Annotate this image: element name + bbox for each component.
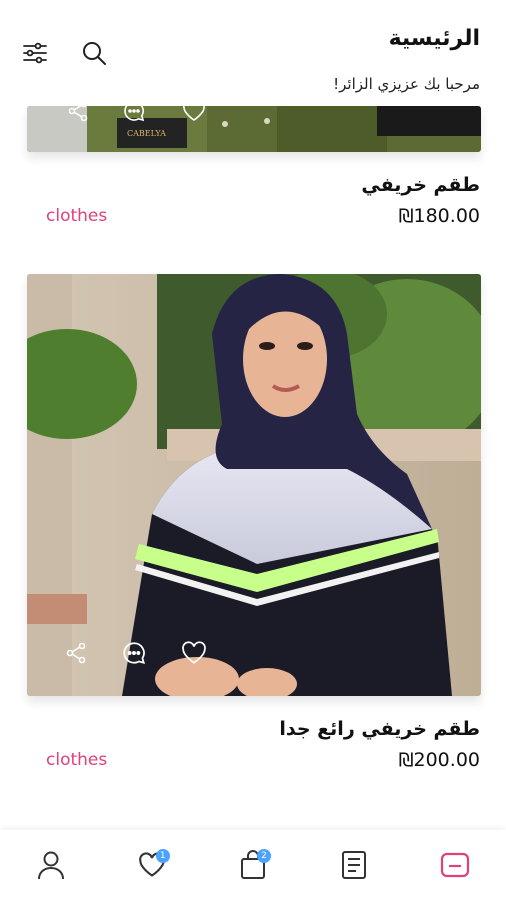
product-price-2: ₪200.00: [398, 749, 480, 771]
svg-text:CABELYA: CABELYA: [127, 129, 166, 138]
filter-sliders-icon[interactable]: [20, 38, 50, 68]
product-name-2[interactable]: طقم خريفي رائع جدا: [279, 718, 480, 740]
comment-icon[interactable]: [119, 106, 149, 126]
home-icon[interactable]: [435, 845, 475, 885]
share-icon[interactable]: [63, 106, 93, 126]
share-icon[interactable]: [61, 638, 91, 668]
product-name-1[interactable]: طقم خريفي: [361, 174, 480, 196]
favorites-icon[interactable]: 1: [132, 845, 172, 885]
favorites-badge: 1: [155, 849, 170, 863]
search-icon[interactable]: [79, 38, 109, 68]
product-feed[interactable]: CABELYA طقم خريفي ₪180.00 clothes طقم خر…: [0, 106, 506, 830]
product-image-1[interactable]: CABELYA: [27, 106, 481, 152]
app-header: الرئيسية مرحبا بك عزيزي الزائر!: [0, 0, 506, 106]
cart-badge: 2: [256, 849, 271, 863]
page-title: الرئيسية: [388, 26, 480, 51]
bottom-navigation: 1 2: [0, 830, 506, 900]
product-category-2[interactable]: clothes: [46, 750, 107, 770]
product-category-1[interactable]: clothes: [46, 206, 107, 226]
comment-icon[interactable]: [119, 638, 149, 668]
product-image-2[interactable]: [27, 274, 481, 696]
orders-icon[interactable]: [334, 845, 374, 885]
cart-icon[interactable]: 2: [233, 845, 273, 885]
heart-icon[interactable]: [179, 106, 209, 126]
product-price-1: ₪180.00: [398, 205, 480, 227]
welcome-subtitle: مرحبا بك عزيزي الزائر!: [333, 75, 480, 93]
profile-icon[interactable]: [31, 845, 71, 885]
heart-icon[interactable]: [179, 638, 209, 668]
